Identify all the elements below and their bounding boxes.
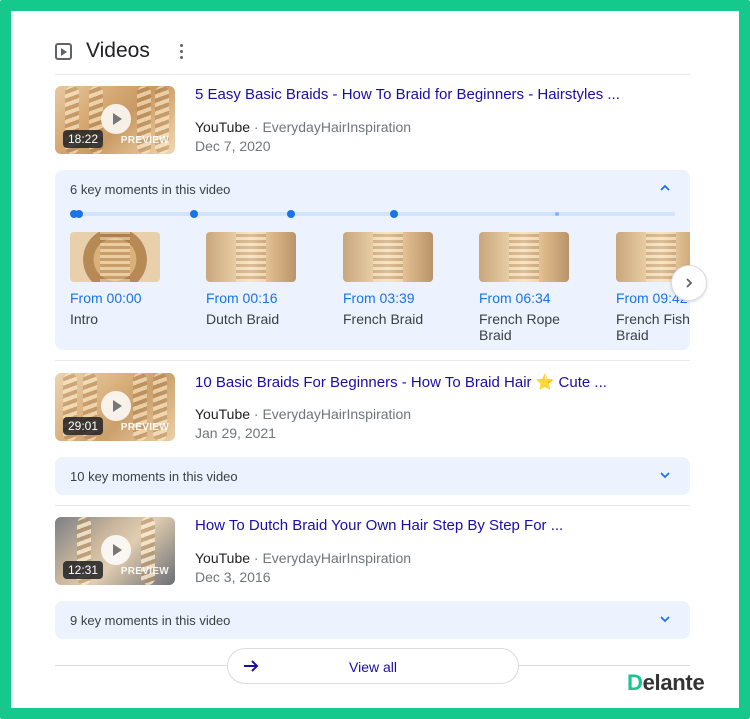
key-moments-toggle[interactable]: 10 key moments in this video (70, 457, 238, 495)
moment-time: From 00:00 (70, 290, 142, 306)
video-date: Jan 29, 2021 (195, 425, 276, 441)
videos-header: Videos (55, 36, 184, 66)
video-title-link[interactable]: How To Dutch Braid Your Own Hair Step By… (195, 517, 563, 534)
meta-separator: · (253, 406, 259, 422)
moment-label: French Rope Braid (479, 311, 560, 343)
video-source: YouTube (195, 119, 251, 135)
moment-label: Intro (70, 311, 99, 327)
chevron-down-icon[interactable] (660, 614, 670, 624)
title-text: 10 Basic Braids For Beginners - How To B… (195, 374, 536, 391)
view-all-button[interactable]: View all (227, 648, 519, 684)
video-thumbnail[interactable]: 29:01 PREVIEW (55, 373, 175, 441)
moment-item[interactable]: From 03:39 French Braid (343, 232, 463, 327)
key-moments-toggle[interactable]: 9 key moments in this video (70, 601, 230, 639)
video-title-link[interactable]: 10 Basic Braids For Beginners - How To B… (195, 373, 607, 391)
section-title: Videos (86, 39, 150, 62)
duration-badge: 18:22 (63, 130, 104, 148)
video-meta: YouTube · EverydayHairInspiration (195, 550, 411, 566)
video-source: YouTube (195, 406, 251, 422)
video-date: Dec 3, 2016 (195, 569, 271, 585)
chevron-up-icon[interactable] (660, 183, 670, 193)
video-thumbnail[interactable]: 12:31 PREVIEW (55, 517, 175, 585)
key-moments-panel[interactable]: 9 key moments in this video (55, 601, 690, 639)
video-title-link[interactable]: 5 Easy Basic Braids - How To Braid for B… (195, 86, 620, 103)
moment-thumbnail (343, 232, 433, 282)
video-channel: EverydayHairInspiration (262, 119, 412, 135)
brand-logo: Delante (627, 670, 705, 695)
divider (55, 505, 690, 506)
moments-carousel: From 00:00 Intro From 00:16 Dutch Braid … (70, 232, 690, 352)
key-moments-toggle[interactable]: 6 key moments in this video (70, 170, 230, 208)
star-emoji: ⭐ (535, 374, 555, 391)
chevron-right-icon (686, 278, 693, 288)
video-result: 29:01 PREVIEW 10 Basic Braids For Beginn… (55, 373, 690, 443)
video-result: 12:31 PREVIEW How To Dutch Braid Your Ow… (55, 517, 690, 587)
view-all-label: View all (349, 659, 397, 675)
divider (55, 360, 690, 361)
video-result: 18:22 PREVIEW 5 Easy Basic Braids - How … (55, 86, 690, 156)
play-icon (101, 104, 131, 134)
play-icon (101, 391, 131, 421)
duration-badge: 29:01 (63, 417, 104, 435)
timeline-marker[interactable] (555, 212, 559, 216)
meta-separator: · (253, 550, 259, 566)
video-channel: EverydayHairInspiration (262, 550, 412, 566)
moment-label: Dutch Braid (206, 311, 280, 327)
video-date: Dec 7, 2020 (195, 138, 271, 154)
video-meta: YouTube · EverydayHairInspiration (195, 119, 411, 135)
divider (55, 74, 690, 75)
title-text: Cute ... (554, 374, 607, 391)
kebab-icon[interactable] (179, 43, 184, 59)
moment-time: From 06:34 (479, 290, 551, 306)
video-channel: EverydayHairInspiration (262, 406, 412, 422)
preview-label: PREVIEW (120, 135, 169, 146)
key-moments-panel: 6 key moments in this video From 00:00 I… (55, 170, 690, 350)
timeline-marker[interactable] (75, 210, 83, 218)
moment-thumbnail (479, 232, 569, 282)
chevron-down-icon[interactable] (660, 470, 670, 480)
preview-label: PREVIEW (120, 422, 169, 433)
moment-thumbnail (206, 232, 296, 282)
moment-item[interactable]: From 00:16 Dutch Braid (206, 232, 326, 327)
play-box-icon (55, 42, 72, 60)
duration-badge: 12:31 (63, 561, 104, 579)
key-moments-panel[interactable]: 10 key moments in this video (55, 457, 690, 495)
video-thumbnail[interactable]: 18:22 PREVIEW (55, 86, 175, 154)
timeline-marker[interactable] (390, 210, 398, 218)
moment-item[interactable]: From 00:00 Intro (70, 232, 190, 327)
video-meta: YouTube · EverydayHairInspiration (195, 406, 411, 422)
video-source: YouTube (195, 550, 251, 566)
moment-time: From 03:39 (343, 290, 415, 306)
preview-label: PREVIEW (120, 566, 169, 577)
meta-separator: · (253, 119, 259, 135)
play-icon (101, 535, 131, 565)
moment-time: From 00:16 (206, 290, 278, 306)
timeline-track[interactable] (70, 210, 675, 218)
carousel-next-button[interactable] (671, 265, 707, 301)
moment-item[interactable]: From 06:34 French Rope Braid (479, 232, 579, 343)
moment-label: French Fishtail Braid (616, 311, 690, 343)
moment-thumbnail (70, 232, 160, 282)
timeline-marker[interactable] (190, 210, 198, 218)
timeline-marker[interactable] (287, 210, 295, 218)
moment-label: French Braid (343, 311, 424, 327)
